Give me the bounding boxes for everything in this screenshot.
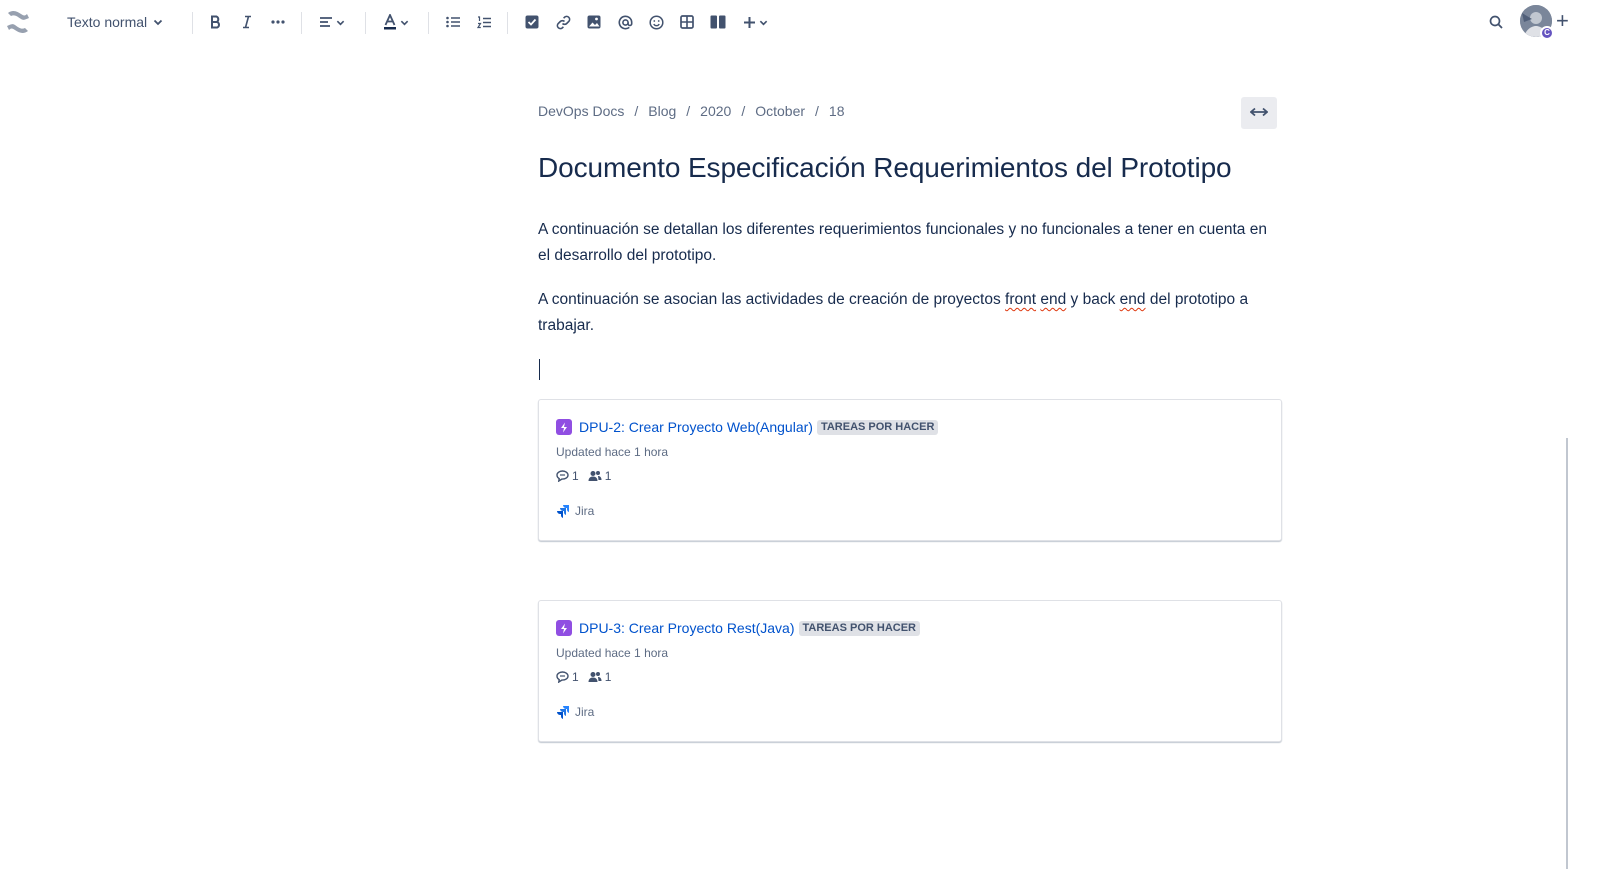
- jira-issue-card[interactable]: DPU-3: Crear Proyecto Rest(Java) TAREAS …: [538, 600, 1282, 742]
- jira-icon: [556, 504, 570, 518]
- avatar-badge: C: [1540, 26, 1554, 40]
- bold-button[interactable]: [204, 8, 228, 36]
- issue-link[interactable]: DPU-3: Crear Proyecto Rest(Java): [579, 620, 795, 636]
- action-item-icon: [525, 15, 539, 29]
- paragraph-text: A continuación se asocian las actividade…: [538, 291, 1006, 308]
- toolbar-divider: [365, 12, 366, 34]
- more-formatting-icon: [271, 20, 285, 24]
- issue-meta: 1 1: [556, 670, 620, 684]
- paragraph-text: y back: [1066, 291, 1120, 308]
- toolbar-divider: [428, 12, 429, 34]
- breadcrumb-separator: /: [741, 103, 746, 119]
- italic-button[interactable]: [235, 8, 259, 36]
- action-item-button[interactable]: [520, 8, 544, 36]
- more-formatting-button[interactable]: [266, 8, 290, 36]
- updated-time: Updated hace 1 hora: [556, 445, 669, 459]
- toolbar-divider: [301, 12, 302, 34]
- jira-icon: [556, 705, 570, 719]
- text-style-label: Texto normal: [67, 14, 148, 30]
- breadcrumb-item-space[interactable]: DevOps Docs: [538, 103, 624, 119]
- comment-icon: [556, 470, 569, 482]
- table-icon: [680, 15, 694, 29]
- updated-time: Updated hace 1 hora: [556, 646, 669, 660]
- link-icon: [556, 15, 571, 30]
- issue-meta: 1 1: [556, 469, 620, 483]
- emoji-icon: [648, 14, 664, 30]
- layouts-icon: [710, 15, 726, 29]
- watchers-icon: [588, 470, 602, 482]
- mention-button[interactable]: [613, 8, 637, 36]
- source-label: Jira: [575, 705, 595, 719]
- bold-icon: [209, 15, 223, 29]
- insert-plus-icon: [743, 16, 756, 29]
- mention-icon: [618, 15, 633, 30]
- image-button[interactable]: [582, 8, 606, 36]
- text-color-dropdown[interactable]: [378, 8, 414, 36]
- toolbar-divider: [507, 12, 508, 34]
- misspelled-word: end: [1040, 291, 1067, 308]
- misspelled-word: front: [1005, 291, 1037, 308]
- chevron-down-icon: [400, 18, 409, 27]
- breadcrumb-item-month[interactable]: October: [755, 103, 805, 119]
- text-cursor: [539, 359, 540, 380]
- toolbar-divider: [192, 12, 193, 34]
- italic-icon: [240, 15, 254, 29]
- misspelled-word: end: [1119, 291, 1146, 308]
- search-button[interactable]: [1484, 8, 1508, 36]
- layouts-button[interactable]: [706, 8, 730, 36]
- body-paragraph[interactable]: A continuación se detallan los diferente…: [538, 217, 1283, 269]
- alignment-dropdown[interactable]: [314, 8, 350, 36]
- watcher-count: 1: [604, 670, 612, 684]
- breadcrumb-item-year[interactable]: 2020: [700, 103, 731, 119]
- issue-link[interactable]: DPU-2: Crear Proyecto Web(Angular): [579, 419, 813, 435]
- image-icon: [587, 15, 601, 29]
- breadcrumb-separator: /: [634, 103, 639, 119]
- numbered-list-button[interactable]: [472, 8, 496, 36]
- alignment-icon: [319, 16, 333, 28]
- breadcrumb-item-blog[interactable]: Blog: [648, 103, 676, 119]
- text-style-dropdown[interactable]: Texto normal: [60, 8, 178, 36]
- emoji-button[interactable]: [644, 8, 668, 36]
- comment-count: 1: [572, 670, 579, 684]
- status-badge: TAREAS POR HACER: [816, 419, 939, 435]
- breadcrumb: DevOps Docs / Blog / 2020 / October / 18: [538, 103, 845, 119]
- breadcrumb-item-day[interactable]: 18: [829, 103, 845, 119]
- card-header: DPU-2: Crear Proyecto Web(Angular) TAREA…: [556, 419, 939, 435]
- numbered-list-icon: [477, 15, 491, 29]
- table-button[interactable]: [675, 8, 699, 36]
- avatar[interactable]: C: [1520, 5, 1554, 40]
- card-source: Jira: [556, 705, 594, 719]
- body-paragraph[interactable]: A continuación se asocian las actividade…: [538, 287, 1283, 339]
- bullet-list-icon: [446, 16, 460, 28]
- confluence-logo-icon[interactable]: [4, 8, 32, 36]
- create-plus-icon[interactable]: +: [1556, 9, 1569, 33]
- chevron-down-icon: [759, 18, 768, 27]
- expand-width-icon: [1249, 104, 1269, 122]
- breadcrumb-separator: /: [815, 103, 819, 119]
- chevron-down-icon: [153, 17, 163, 27]
- link-button[interactable]: [551, 8, 575, 36]
- epic-icon: [556, 419, 572, 435]
- status-badge: TAREAS POR HACER: [798, 620, 920, 636]
- chevron-down-icon: [336, 18, 345, 27]
- comment-icon: [556, 671, 569, 683]
- jira-issue-card[interactable]: DPU-2: Crear Proyecto Web(Angular) TAREA…: [538, 399, 1282, 541]
- page-title[interactable]: Documento Especificación Requerimientos …: [538, 152, 1232, 184]
- watchers-icon: [588, 671, 602, 683]
- comment-count: 1: [572, 469, 579, 483]
- scrollbar[interactable]: [1566, 438, 1568, 869]
- source-label: Jira: [575, 504, 595, 518]
- editor-toolbar: Texto normal C +: [0, 0, 1615, 44]
- search-icon: [1489, 15, 1503, 29]
- bullet-list-button[interactable]: [441, 8, 465, 36]
- epic-icon: [556, 620, 572, 636]
- full-width-toggle-button[interactable]: [1241, 97, 1277, 129]
- card-header: DPU-3: Crear Proyecto Rest(Java) TAREAS …: [556, 620, 920, 636]
- watcher-count: 1: [604, 469, 612, 483]
- insert-more-dropdown[interactable]: [738, 8, 772, 36]
- breadcrumb-separator: /: [686, 103, 691, 119]
- text-color-icon: [383, 14, 397, 30]
- card-source: Jira: [556, 504, 594, 518]
